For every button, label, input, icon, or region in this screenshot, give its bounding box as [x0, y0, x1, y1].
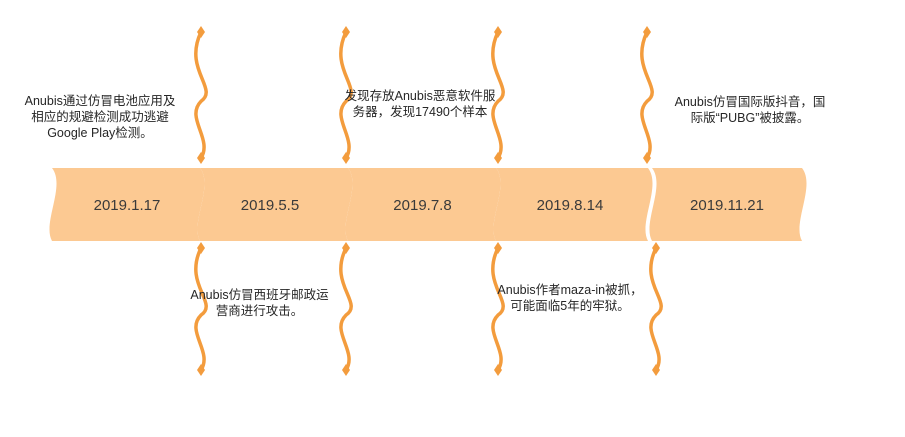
event-description-5: Anubis仿冒国际版抖音，国际版“PUBG”被披露。 [674, 95, 826, 125]
event-date-3: 2019.7.8 [393, 197, 452, 214]
event-description-1: Anubis通过仿冒电池应用及相应的规避检测成功逃避Google Play检测。 [24, 94, 176, 140]
event-description-2: Anubis仿冒西班牙邮政运营商进行攻击。 [190, 288, 329, 318]
timeline-canvas: 2019.1.17 2019.5.5 2019.7.8 2019.8.14 20… [0, 0, 905, 437]
event-date-5: 2019.11.21 [690, 197, 764, 214]
connector-bottom-4 [649, 246, 663, 372]
event-date-2: 2019.5.5 [240, 197, 300, 214]
event-date-4: 2019.8.14 [536, 197, 604, 214]
connector-top-4 [640, 30, 654, 160]
event-date-1: 2019.1.17 [93, 197, 161, 214]
connector-top-1 [194, 30, 208, 160]
event-description-4: Anubis作者maza-in被抓，可能面临5年的牢狱。 [497, 283, 643, 313]
event-description-3: 发现存放Anubis恶意软件服务器，发现17490个样本 [344, 89, 496, 119]
connector-bottom-2 [339, 246, 353, 372]
